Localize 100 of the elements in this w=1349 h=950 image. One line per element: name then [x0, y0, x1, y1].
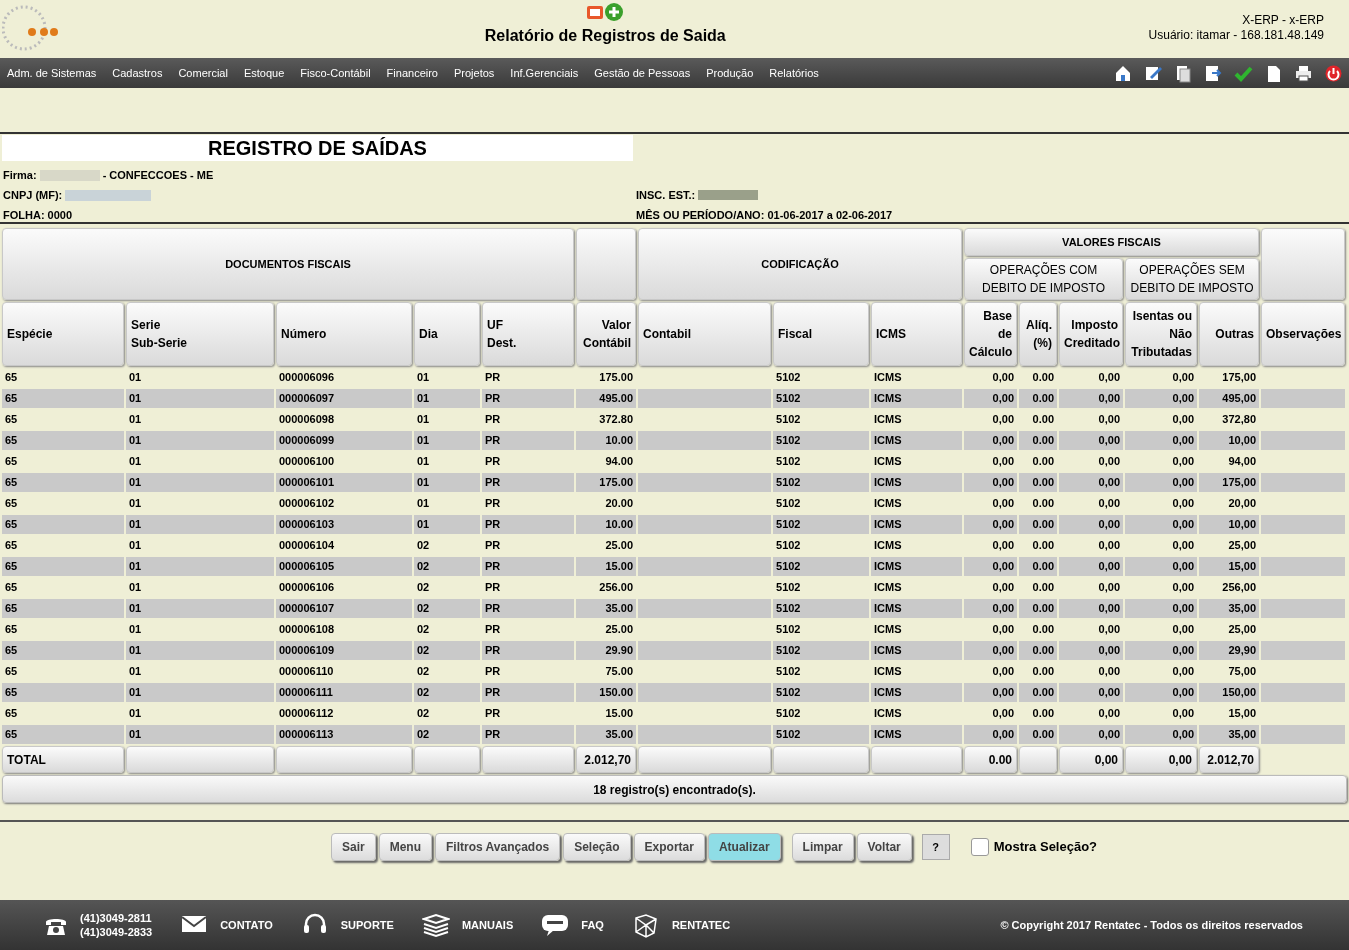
table-cell-text: 256.00 — [598, 580, 634, 595]
table-cell-text: 0,00 — [1097, 727, 1121, 742]
table-cell-text: 01 — [128, 538, 143, 553]
table-cell-text: 0,00 — [1171, 517, 1195, 532]
table-cell-text: 20,00 — [1227, 496, 1257, 511]
table-cell-text: 0,00 — [1097, 496, 1121, 511]
action-button[interactable]: Exportar — [633, 833, 705, 861]
footer-link[interactable]: SUPORTE — [340, 916, 394, 934]
table-cell-text: 25,00 — [1227, 622, 1257, 637]
table-cell-text: 02 — [416, 685, 431, 700]
table-cell-text: 000006100 — [278, 454, 336, 469]
books-icon[interactable] — [421, 912, 450, 938]
table-cell-text: 000006102 — [278, 496, 336, 511]
table-cell-text: 35.00 — [604, 601, 634, 616]
table-cell-text: 10.00 — [604, 433, 634, 448]
total-cell: 2.012,70 — [576, 746, 636, 773]
menu-item[interactable]: Projetos — [453, 64, 495, 82]
report-add-icon[interactable] — [585, 2, 626, 22]
table-cell-text: 5102 — [775, 643, 802, 658]
table-cell-text: ICMS — [873, 517, 903, 532]
help-button[interactable]: ? — [921, 834, 950, 860]
footer-link[interactable]: CONTATO — [220, 916, 273, 934]
menu-item[interactable]: Gestão de Pessoas — [594, 64, 691, 82]
table-cell-text: 000006105 — [278, 559, 336, 574]
table-cell-text: 0,00 — [991, 664, 1015, 679]
table-cell-text: 02 — [416, 559, 431, 574]
table-cell-text: 0.00 — [1031, 559, 1055, 574]
table-cell-text: 94,00 — [1227, 454, 1257, 469]
table-cell-text: 0,00 — [1171, 622, 1195, 637]
table-cell-text: 01 — [416, 517, 431, 532]
menu-item[interactable]: Inf.Gerenciais — [510, 64, 579, 82]
table-cell-text: PR — [484, 538, 502, 553]
menu-item[interactable]: Relatórios — [769, 64, 819, 82]
action-button[interactable]: Menu — [378, 833, 433, 861]
menu-item[interactable]: Adm. de Sistemas — [7, 64, 97, 82]
footer-link[interactable]: FAQ — [581, 916, 604, 934]
table-cell-text: 25,00 — [1227, 538, 1257, 553]
table-cell-text: 35.00 — [604, 727, 634, 742]
table-cell-text: 0,00 — [1097, 538, 1121, 553]
menu-item[interactable]: Cadastros — [112, 64, 163, 82]
print-icon[interactable] — [1294, 63, 1313, 83]
table-cell-text: 0.00 — [1031, 727, 1055, 742]
table-cell-text: 0.00 — [1031, 391, 1055, 406]
table-cell-text: 5102 — [775, 622, 802, 637]
table-cell-text: 150.00 — [598, 685, 634, 700]
table-cell-text: 000006097 — [278, 391, 336, 406]
table-cell-text: 0,00 — [1097, 601, 1121, 616]
footer-link[interactable]: MANUAIS — [461, 916, 514, 934]
faq-icon[interactable] — [541, 912, 570, 938]
footer-link[interactable]: RENTATEC — [671, 916, 731, 934]
action-button[interactable]: Atualizar — [707, 833, 781, 861]
table-cell-text: 0,00 — [991, 580, 1015, 595]
menu-item[interactable]: Fisco-Contábil — [300, 64, 371, 82]
table-cell-text: 01 — [128, 622, 143, 637]
table-cell-text: ICMS — [873, 601, 903, 616]
action-button[interactable]: Sair — [331, 833, 376, 861]
column-header: Isentas ou Não Tributadas — [1125, 302, 1197, 366]
table-cell-text: 15.00 — [604, 559, 634, 574]
table-cell-text: 02 — [416, 622, 431, 637]
field-label: INSC. EST.: — [636, 188, 696, 203]
menu-item[interactable]: Financeiro — [386, 64, 438, 82]
table-cell-text: 5102 — [775, 433, 802, 448]
table-cell-text: 000006109 — [278, 643, 336, 658]
table-cell-text: 0.00 — [1031, 412, 1055, 427]
table-cell-text: PR — [484, 580, 502, 595]
column-header: Serie Sub-Serie — [126, 302, 274, 366]
document-icon[interactable] — [1174, 63, 1193, 83]
home-icon[interactable] — [1114, 63, 1133, 83]
table-cell-text: 0,00 — [1097, 454, 1121, 469]
table-cell-text: 01 — [416, 370, 431, 385]
table-cell-text: 01 — [416, 433, 431, 448]
menu-item[interactable]: Comercial — [178, 64, 228, 82]
table-cell-text: 256,00 — [1221, 580, 1257, 595]
table-cell-text: 0.00 — [1031, 643, 1055, 658]
table-cell-text: 02 — [416, 538, 431, 553]
checkbox[interactable] — [970, 838, 989, 856]
column-header: Imposto Creditado — [1059, 302, 1123, 366]
table-cell-text: 65 — [4, 496, 19, 511]
total-cell: 2.012,70 — [1199, 746, 1259, 773]
table-cell-text: 0.00 — [1031, 517, 1055, 532]
report-title: REGISTRO DE SAÍDAS — [2, 135, 633, 161]
table-cell-text: 01 — [416, 496, 431, 511]
table-cell-text: 02 — [416, 601, 431, 616]
table-cell-text: 372,80 — [1221, 412, 1257, 427]
export-icon[interactable] — [1204, 63, 1223, 83]
action-button[interactable]: Voltar — [856, 833, 912, 861]
table-cell-text: 65 — [4, 685, 19, 700]
table-cell-text: 10,00 — [1227, 517, 1257, 532]
action-button[interactable]: Filtros Avançados — [435, 833, 561, 861]
power-icon[interactable] — [1324, 63, 1343, 83]
menu-item[interactable]: Estoque — [243, 64, 285, 82]
table-cell-text: 65 — [4, 370, 19, 385]
action-button[interactable]: Limpar — [791, 833, 854, 861]
menu-item[interactable]: Produção — [706, 64, 754, 82]
field-label: CNPJ (MF): — [3, 188, 63, 203]
table-cell-text: 01 — [128, 412, 143, 427]
table-cell-text: ICMS — [873, 727, 903, 742]
table-cell-text: 65 — [4, 433, 19, 448]
table-cell-text: 0,00 — [1171, 601, 1195, 616]
action-button[interactable]: Seleção — [563, 833, 631, 861]
